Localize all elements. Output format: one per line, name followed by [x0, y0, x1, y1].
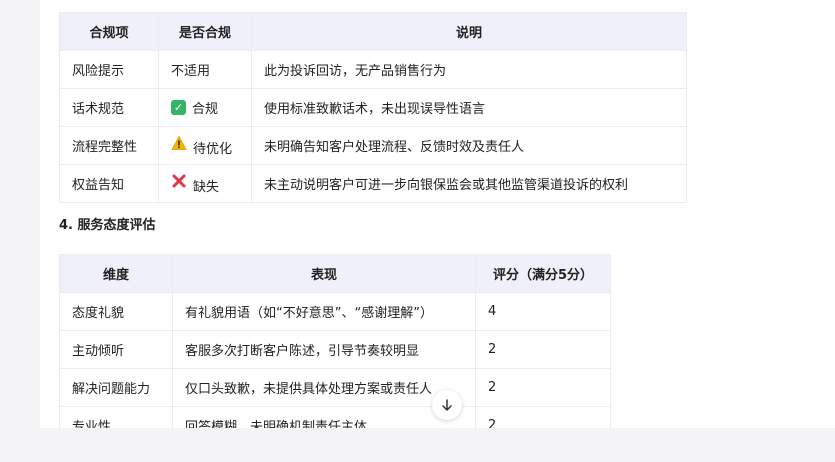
scroll-to-bottom-button[interactable]	[432, 390, 462, 420]
cell-dimension: 主动倾听	[59, 330, 173, 369]
cell-score: 2	[475, 368, 611, 407]
cell-performance: 有礼貌用语（如“不好意思”、“感谢理解”）	[172, 292, 476, 331]
status-label: 合规	[192, 102, 219, 117]
cell-score: 2	[475, 330, 611, 369]
cell-desc: 未明确告知客户处理流程、反馈时效及责任人	[251, 126, 687, 165]
arrow-down-icon	[442, 399, 452, 411]
table-row: 专业性 回答模糊，未明确机制责任主体 2	[59, 406, 611, 428]
table-row: 话术规范 ✓ 合规 使用标准致歉话术，未出现误导性语言	[59, 88, 687, 127]
cell-item: 风险提示	[59, 50, 159, 89]
cell-dimension: 专业性	[59, 406, 173, 428]
table-header-row: 合规项 是否合规 说明	[59, 12, 687, 51]
cell-item: 权益告知	[59, 164, 159, 203]
bottom-bar	[0, 428, 835, 462]
cell-dimension: 态度礼貌	[59, 292, 173, 331]
cell-performance: 客服多次打断客户陈述，引导节奏较明显	[172, 330, 476, 369]
header-compliance-item: 合规项	[59, 12, 159, 51]
table-header-row: 维度 表现 评分（满分5分）	[59, 254, 611, 293]
header-dimension: 维度	[59, 254, 173, 293]
warning-icon	[171, 135, 187, 150]
compliance-table: 合规项 是否合规 说明 风险提示 不适用 此为投诉回访，无产品销售行为 话术规范…	[59, 12, 687, 203]
status-label: 缺失	[193, 179, 220, 195]
cell-dimension: 解决问题能力	[59, 368, 173, 407]
cell-score: 4	[475, 292, 611, 331]
cell-desc: 使用标准致歉话术，未出现误导性语言	[251, 88, 687, 127]
attitude-table: 维度 表现 评分（满分5分） 态度礼貌 有礼貌用语（如“不好意思”、“感谢理解”…	[59, 254, 611, 428]
table-row: 流程完整性 待优化 未明确告知客户处理流程、反馈时效及责任人	[59, 126, 687, 165]
content-page: 合规项 是否合规 说明 风险提示 不适用 此为投诉回访，无产品销售行为 话术规范…	[40, 0, 835, 428]
cell-item: 话术规范	[59, 88, 159, 127]
cell-status: 不适用	[158, 50, 252, 89]
cell-desc: 未主动说明客户可进一步向银保监会或其他监管渠道投诉的权利	[251, 164, 687, 203]
cell-performance: 回答模糊，未明确机制责任主体	[172, 406, 476, 428]
header-performance: 表现	[172, 254, 476, 293]
table-row: 风险提示 不适用 此为投诉回访，无产品销售行为	[59, 50, 687, 89]
table-row: 态度礼貌 有礼貌用语（如“不好意思”、“感谢理解”） 4	[59, 292, 611, 331]
section-title: 4. 服务态度评估	[59, 218, 156, 233]
cross-icon	[172, 174, 186, 187]
cell-score: 2	[475, 406, 611, 428]
table-row: 权益告知 缺失 未主动说明客户可进一步向银保监会或其他监管渠道投诉的权利	[59, 164, 687, 203]
cell-status: ✓ 合规	[158, 88, 252, 127]
check-icon: ✓	[171, 100, 186, 115]
status-label: 待优化	[193, 141, 233, 157]
header-description: 说明	[251, 12, 687, 51]
cell-performance: 仅口头致歉，未提供具体处理方案或责任人	[172, 368, 476, 407]
cell-item: 流程完整性	[59, 126, 159, 165]
table-row: 解决问题能力 仅口头致歉，未提供具体处理方案或责任人 2	[59, 368, 611, 407]
cell-desc: 此为投诉回访，无产品销售行为	[251, 50, 687, 89]
header-score: 评分（满分5分）	[475, 254, 611, 293]
header-is-compliant: 是否合规	[158, 12, 252, 51]
table-row: 主动倾听 客服多次打断客户陈述，引导节奏较明显 2	[59, 330, 611, 369]
cell-status: 待优化	[158, 126, 252, 165]
cell-status: 缺失	[158, 164, 252, 203]
